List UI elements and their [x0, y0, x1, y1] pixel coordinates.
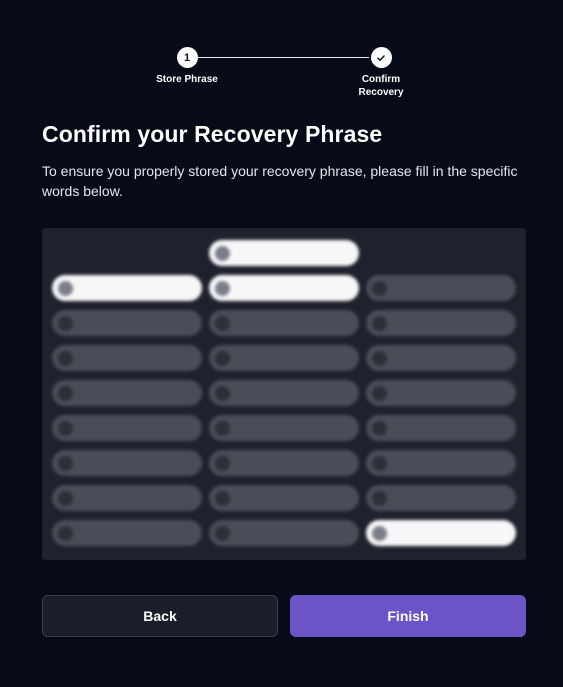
word-number [372, 280, 387, 296]
word-chip[interactable] [209, 275, 359, 301]
word-number [215, 245, 230, 261]
word-number [58, 350, 73, 366]
word-number [372, 385, 387, 401]
back-button[interactable]: Back [42, 595, 278, 637]
word-number [215, 280, 230, 296]
page-title: Confirm your Recovery Phrase [42, 121, 383, 147]
word-number [215, 420, 230, 436]
stepper: 1 Store Phrase Confirm Recovery [0, 23, 563, 98]
blurred-word-grid [42, 228, 526, 560]
word-chip[interactable] [366, 450, 516, 476]
recovery-word-grid [42, 228, 526, 560]
finish-button[interactable]: Finish [290, 595, 526, 637]
word-chip[interactable] [52, 485, 202, 511]
word-number [372, 490, 387, 506]
word-chip[interactable] [209, 450, 359, 476]
check-icon [370, 47, 392, 68]
word-number [58, 315, 73, 331]
word-chip[interactable] [52, 415, 202, 441]
step-label: Store Phrase [156, 74, 218, 85]
word-number [58, 455, 73, 471]
word-chip[interactable] [366, 380, 516, 406]
word-chip[interactable] [52, 345, 202, 371]
word-chip[interactable] [209, 485, 359, 511]
selected-word-slot[interactable] [209, 240, 359, 266]
word-number [58, 385, 73, 401]
confirm-recovery-page: 1 Store Phrase Confirm Recovery Confirm … [0, 0, 563, 687]
step-store-phrase: 1 Store Phrase [137, 23, 237, 86]
word-number [58, 490, 73, 506]
word-chip[interactable] [366, 485, 516, 511]
word-number [58, 420, 73, 436]
word-number [372, 525, 387, 541]
step-confirm-recovery: Confirm Recovery [331, 23, 431, 99]
step-label: Confirm Recovery [358, 74, 404, 98]
word-chip[interactable] [366, 520, 516, 546]
word-chip[interactable] [52, 520, 202, 546]
word-number [58, 280, 73, 296]
word-chip[interactable] [209, 310, 359, 336]
word-chip[interactable] [366, 345, 516, 371]
page-description: To ensure you properly stored your recov… [42, 163, 518, 199]
word-chip[interactable] [366, 310, 516, 336]
word-chip[interactable] [209, 520, 359, 546]
word-chip[interactable] [52, 450, 202, 476]
word-number [215, 455, 230, 471]
word-chip[interactable] [52, 275, 202, 301]
word-number [215, 385, 230, 401]
word-chip[interactable] [52, 380, 202, 406]
word-number [215, 490, 230, 506]
word-chip[interactable] [52, 310, 202, 336]
word-number [372, 455, 387, 471]
word-number [372, 420, 387, 436]
word-number [58, 525, 73, 541]
word-number [215, 525, 230, 541]
word-chip[interactable] [209, 380, 359, 406]
word-number [215, 315, 230, 331]
word-chip[interactable] [209, 345, 359, 371]
word-chip[interactable] [366, 415, 516, 441]
word-number [372, 315, 387, 331]
word-number [215, 350, 230, 366]
word-number [372, 350, 387, 366]
step-number-badge: 1 [176, 47, 198, 68]
word-chip[interactable] [366, 275, 516, 301]
word-chip[interactable] [209, 415, 359, 441]
